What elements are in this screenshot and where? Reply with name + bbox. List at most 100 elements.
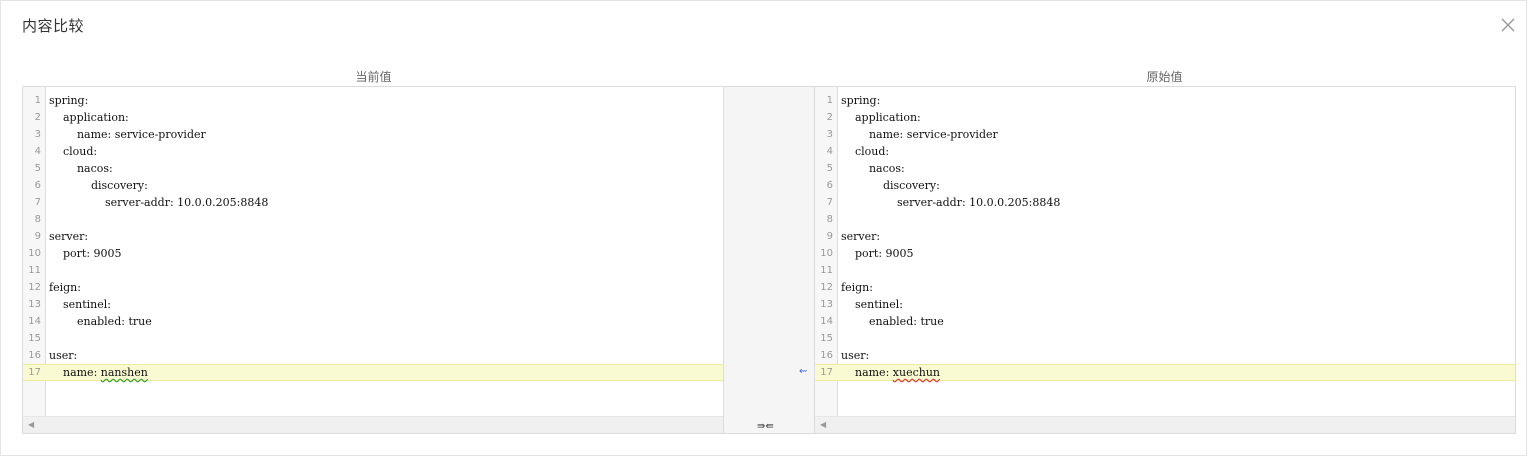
- scroll-left-icon[interactable]: ◀: [820, 420, 826, 429]
- code-line: 10 port: 9005: [23, 245, 723, 262]
- code-line: 5 nacos:: [815, 160, 1515, 177]
- code-line: 11: [815, 262, 1515, 279]
- line-number: 11: [28, 265, 41, 276]
- line-text: spring:: [49, 94, 89, 107]
- line-text: port: 9005: [841, 247, 914, 260]
- line-text: discovery:: [841, 179, 940, 192]
- line-number: 1: [826, 95, 833, 106]
- line-number: 7: [34, 197, 41, 208]
- code-line: 4 cloud:: [815, 143, 1515, 160]
- line-text: name: xuechun: [841, 365, 940, 380]
- line-number: 10: [820, 248, 833, 259]
- line-key: name:: [49, 366, 101, 379]
- code-line: 11: [23, 262, 723, 279]
- line-text: nacos:: [49, 162, 113, 175]
- dialog-title: 内容比较: [22, 17, 85, 35]
- line-text: feign:: [49, 281, 81, 294]
- code-line: 1 spring:: [23, 92, 723, 109]
- line-number: 14: [820, 316, 833, 327]
- line-key: name:: [841, 366, 893, 379]
- original-value-header: 原始值: [1146, 70, 1183, 84]
- changed-code-line: 17 name: nanshen: [23, 364, 723, 381]
- line-number: 13: [28, 299, 41, 310]
- line-number: 9: [826, 231, 833, 242]
- line-text: enabled: true: [841, 315, 944, 328]
- line-text: user:: [49, 349, 78, 362]
- code-line: 8: [23, 211, 723, 228]
- line-number: 3: [34, 129, 41, 140]
- line-number: 5: [826, 163, 833, 174]
- line-text: cloud:: [49, 145, 98, 158]
- line-number: 15: [820, 333, 833, 344]
- line-number: 8: [826, 214, 833, 225]
- code-line: 3 name: service-provider: [815, 126, 1515, 143]
- line-text: cloud:: [841, 145, 890, 158]
- code-line: 6 discovery:: [23, 177, 723, 194]
- code-line: 4 cloud:: [23, 143, 723, 160]
- line-number: 15: [28, 333, 41, 344]
- swap-panes-button[interactable]: ⇛⇚: [757, 421, 774, 432]
- original-value-editor[interactable]: 1 spring: 2 application: 3 name: service-pr…: [814, 86, 1516, 434]
- code-line: 9 server:: [23, 228, 723, 245]
- code-line: 14 enabled: true: [23, 313, 723, 330]
- line-text: sentinel:: [49, 298, 111, 311]
- line-number: 6: [34, 180, 41, 191]
- line-text: server:: [841, 230, 881, 243]
- line-number: 11: [820, 265, 833, 276]
- line-number: 12: [820, 282, 833, 293]
- line-text: server:: [49, 230, 89, 243]
- line-number: 7: [826, 197, 833, 208]
- code-line: 16 user:: [23, 347, 723, 364]
- line-number: 2: [34, 112, 41, 123]
- code-line: 14 enabled: true: [815, 313, 1515, 330]
- line-number: 4: [34, 146, 41, 157]
- line-text: user:: [841, 349, 870, 362]
- line-number: 6: [826, 180, 833, 191]
- current-value-header: 当前值: [355, 70, 392, 84]
- line-text: server-addr: 10.0.0.205:8848: [841, 196, 1061, 209]
- code-line: 2 application:: [23, 109, 723, 126]
- line-text: feign:: [841, 281, 873, 294]
- line-text: name: service-provider: [49, 128, 206, 141]
- line-number: 9: [34, 231, 41, 242]
- merge-arrow-icon[interactable]: ⇜: [799, 366, 807, 377]
- line-number: 4: [826, 146, 833, 157]
- code-line: 9 server:: [815, 228, 1515, 245]
- line-number: 8: [34, 214, 41, 225]
- line-text: name: nanshen: [49, 365, 148, 380]
- code-line: 10 port: 9005: [815, 245, 1515, 262]
- compare-dialog: 内容比较 当前值 原始值 1 spring: 2 application: 3 nam…: [0, 0, 1527, 456]
- line-number: 16: [28, 350, 41, 361]
- line-number: 12: [28, 282, 41, 293]
- code-line: 7 server-addr: 10.0.0.205:8848: [23, 194, 723, 211]
- changed-value: nanshen: [100, 366, 148, 379]
- line-text: nacos:: [841, 162, 905, 175]
- line-number: 2: [826, 112, 833, 123]
- line-text: application:: [841, 111, 921, 124]
- merge-gap: ⇜ ⇛⇚: [724, 86, 814, 434]
- line-text: spring:: [841, 94, 881, 107]
- code-line: 15: [23, 330, 723, 347]
- code-lines: 1 spring: 2 application: 3 name: service-pr…: [815, 92, 1515, 381]
- code-line: 6 discovery:: [815, 177, 1515, 194]
- line-number: 16: [820, 350, 833, 361]
- line-number: 14: [28, 316, 41, 327]
- code-lines: 1 spring: 2 application: 3 name: service-pr…: [23, 92, 723, 381]
- current-value-editor[interactable]: 1 spring: 2 application: 3 name: service-pr…: [22, 86, 724, 434]
- line-text: sentinel:: [841, 298, 903, 311]
- code-line: 7 server-addr: 10.0.0.205:8848: [815, 194, 1515, 211]
- changed-code-line: 17 name: xuechun: [815, 364, 1515, 381]
- line-number: 17: [28, 367, 41, 378]
- code-line: 12 feign:: [23, 279, 723, 296]
- close-icon[interactable]: [1499, 16, 1517, 34]
- line-text: enabled: true: [49, 315, 152, 328]
- scroll-left-icon[interactable]: ◀: [28, 420, 34, 429]
- line-text: discovery:: [49, 179, 148, 192]
- code-line: 3 name: service-provider: [23, 126, 723, 143]
- line-text: port: 9005: [49, 247, 122, 260]
- horizontal-scrollbar[interactable]: ◀: [23, 416, 723, 433]
- code-line: 8: [815, 211, 1515, 228]
- horizontal-scrollbar[interactable]: ◀: [815, 416, 1515, 433]
- code-line: 13 sentinel:: [23, 296, 723, 313]
- line-number: 17: [820, 367, 833, 378]
